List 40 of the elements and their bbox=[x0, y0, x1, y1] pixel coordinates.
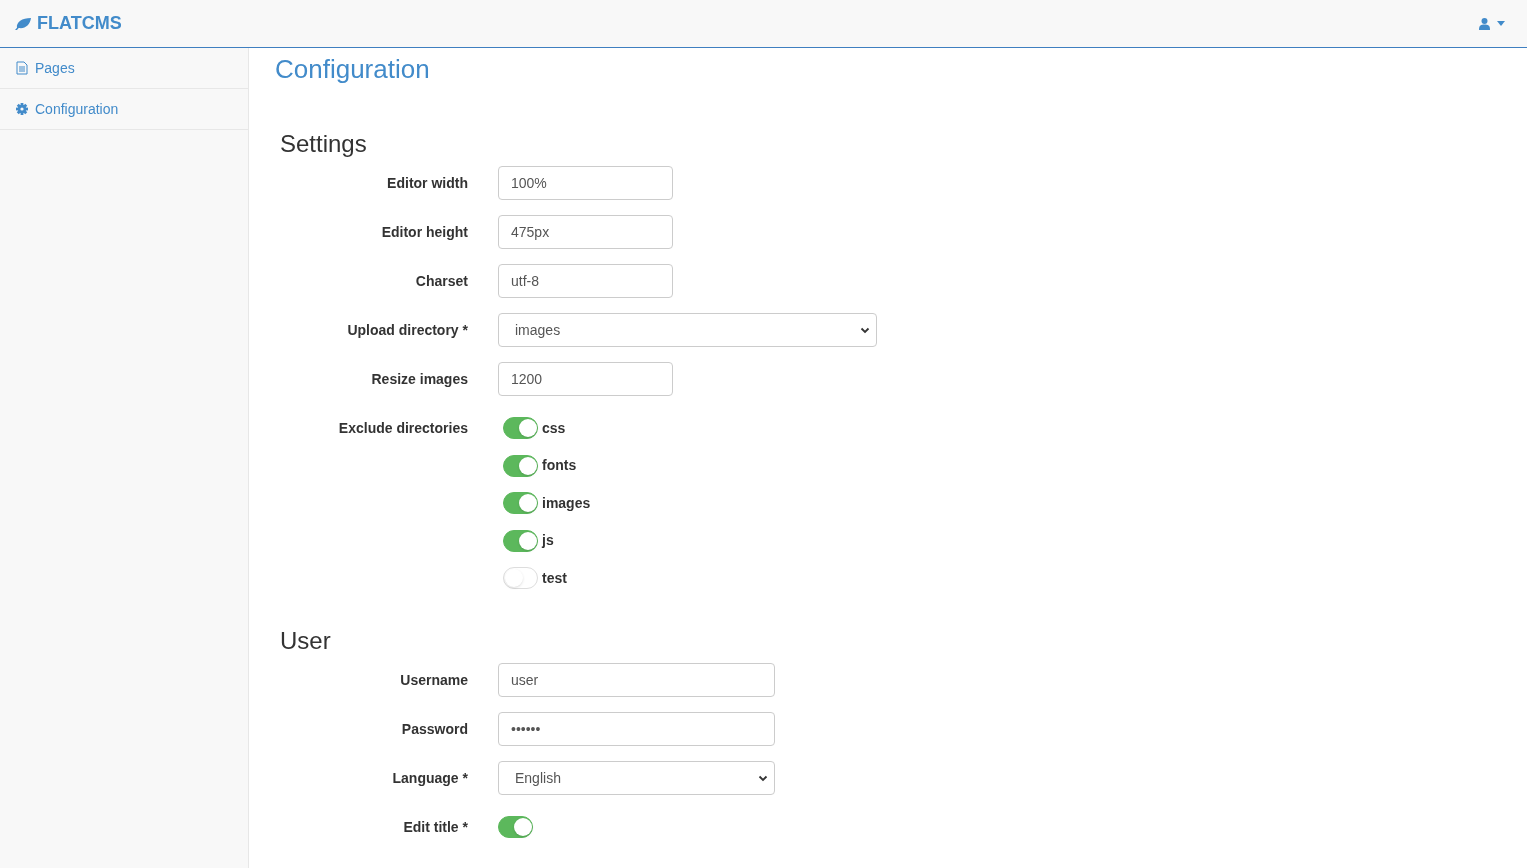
field-label: Username bbox=[400, 670, 468, 690]
field-label: Password bbox=[401, 719, 468, 739]
toggle-switch[interactable] bbox=[503, 492, 538, 514]
toggle-switch[interactable] bbox=[503, 417, 538, 439]
text-field[interactable]: 100% bbox=[498, 166, 673, 200]
switch-label: test bbox=[542, 568, 567, 588]
select-dropdown[interactable]: images bbox=[498, 313, 877, 347]
toggle-switch[interactable] bbox=[498, 816, 533, 838]
section-heading: User bbox=[280, 627, 332, 655]
chevron-down-icon bbox=[860, 325, 870, 335]
leaf-icon bbox=[14, 16, 32, 31]
password-field[interactable]: •••••• bbox=[498, 712, 775, 746]
gear-icon bbox=[16, 103, 28, 115]
field-label: Charset bbox=[415, 271, 468, 291]
sidebar-item[interactable]: Configuration bbox=[0, 89, 248, 130]
field-label: Exclude directories bbox=[338, 418, 468, 438]
text-field[interactable]: user bbox=[498, 663, 775, 697]
page-title: Configuration bbox=[275, 54, 431, 84]
chevron-down-icon bbox=[758, 773, 768, 783]
sidebar-item[interactable]: Pages bbox=[0, 48, 248, 89]
toggle-switch[interactable] bbox=[503, 454, 538, 477]
switch-label: js bbox=[542, 531, 554, 550]
text-field[interactable]: utf-8 bbox=[498, 264, 673, 298]
toggle-switch[interactable] bbox=[503, 529, 538, 552]
text-field[interactable]: 1200 bbox=[498, 362, 673, 396]
switch-label: images bbox=[542, 493, 591, 513]
field-label: Editor width bbox=[387, 173, 468, 193]
document-icon bbox=[16, 61, 28, 75]
user-icon bbox=[1479, 17, 1490, 30]
section-heading: Settings bbox=[280, 130, 368, 158]
field-label: Resize images bbox=[371, 369, 468, 389]
field-label: Editor height bbox=[381, 222, 468, 242]
field-label: Edit title * bbox=[403, 817, 468, 837]
caret-icon bbox=[1497, 21, 1505, 26]
switch-label: css bbox=[542, 418, 566, 438]
switch-label: fonts bbox=[542, 456, 577, 475]
select-dropdown[interactable]: English bbox=[498, 761, 775, 795]
field-label: Language * bbox=[392, 768, 468, 788]
field-label: Upload directory * bbox=[347, 320, 468, 340]
text-field[interactable]: 475px bbox=[498, 215, 673, 249]
